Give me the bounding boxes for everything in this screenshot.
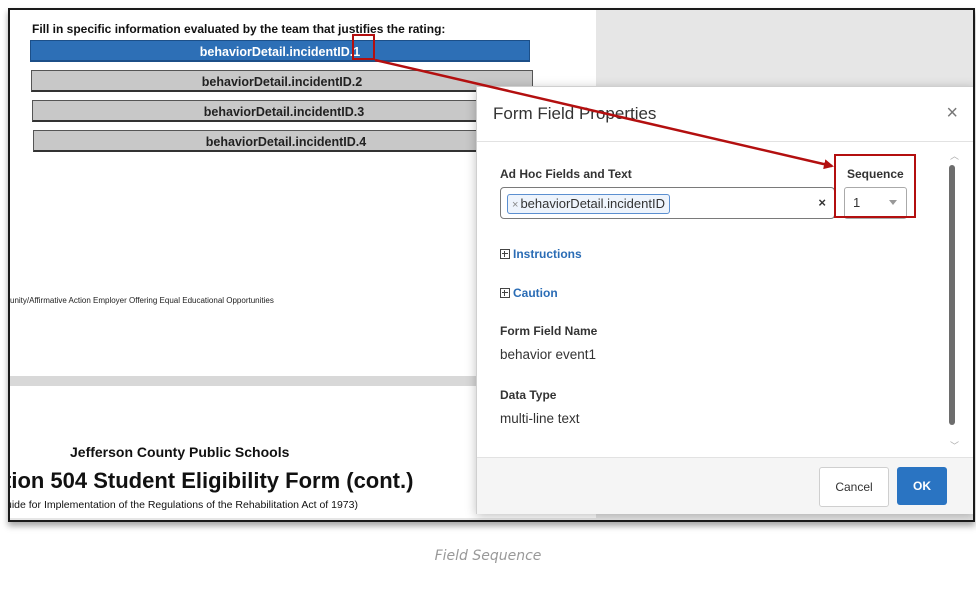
- cancel-button[interactable]: Cancel: [819, 467, 889, 507]
- adhoc-fields-input[interactable]: × behaviorDetail.incidentID ×: [500, 187, 835, 219]
- caution-expander[interactable]: Caution: [500, 286, 558, 300]
- field-incidentid-2[interactable]: behaviorDetail.incidentID.2: [31, 70, 533, 92]
- screenshot-frame: Fill in specific information evaluated b…: [8, 8, 975, 522]
- form-field-name-value: behavior event1: [500, 347, 597, 362]
- instructions-label: Instructions: [513, 247, 582, 261]
- highlight-field-box: [352, 34, 375, 60]
- chip-remove-icon[interactable]: ×: [512, 199, 518, 211]
- dialog-title: Form Field Properties: [493, 104, 657, 123]
- instructions-expander[interactable]: Instructions: [500, 247, 582, 261]
- adhoc-field-chip[interactable]: × behaviorDetail.incidentID: [507, 194, 670, 214]
- form-field-name-label: Form Field Name: [500, 324, 598, 338]
- field-incidentid-1[interactable]: behaviorDetail.incidentID.1: [30, 40, 530, 62]
- ok-button[interactable]: OK: [897, 467, 947, 505]
- field-incidentid-4[interactable]: behaviorDetail.incidentID.4: [33, 130, 539, 152]
- form-title: tion 504 Student Eligibility Form (cont.…: [8, 468, 414, 493]
- scroll-down-icon[interactable]: ﹀: [950, 439, 959, 452]
- scrollbar[interactable]: ︿ ﹀: [947, 149, 959, 452]
- form-subtitle: uide for Implementation of the Regulatio…: [8, 499, 358, 511]
- clear-icon[interactable]: ×: [818, 195, 826, 210]
- field-incidentid-3[interactable]: behaviorDetail.incidentID.3: [32, 100, 536, 122]
- data-type-value: multi-line text: [500, 411, 580, 426]
- dialog-footer: Cancel OK: [477, 457, 973, 514]
- scroll-up-icon[interactable]: ︿: [950, 149, 959, 162]
- chip-label: behaviorDetail.incidentID: [520, 196, 665, 211]
- dialog-header: Form Field Properties ×: [477, 87, 973, 142]
- expand-icon: [500, 287, 510, 298]
- caution-label: Caution: [513, 286, 558, 300]
- expand-icon: [500, 248, 510, 259]
- scrollbar-thumb[interactable]: [949, 165, 955, 425]
- instruction-text: Fill in specific information evaluated b…: [32, 22, 446, 36]
- highlight-sequence-box: [834, 154, 916, 218]
- figure-caption: Field Sequence: [434, 548, 542, 564]
- adhoc-label: Ad Hoc Fields and Text: [500, 167, 632, 181]
- form-field-properties-dialog: Form Field Properties × Ad Hoc Fields an…: [476, 86, 973, 514]
- close-icon[interactable]: ×: [946, 102, 958, 125]
- footer-note: unity/Affirmative Action Employer Offeri…: [10, 296, 274, 305]
- org-name: Jefferson County Public Schools: [70, 444, 290, 460]
- data-type-label: Data Type: [500, 388, 557, 402]
